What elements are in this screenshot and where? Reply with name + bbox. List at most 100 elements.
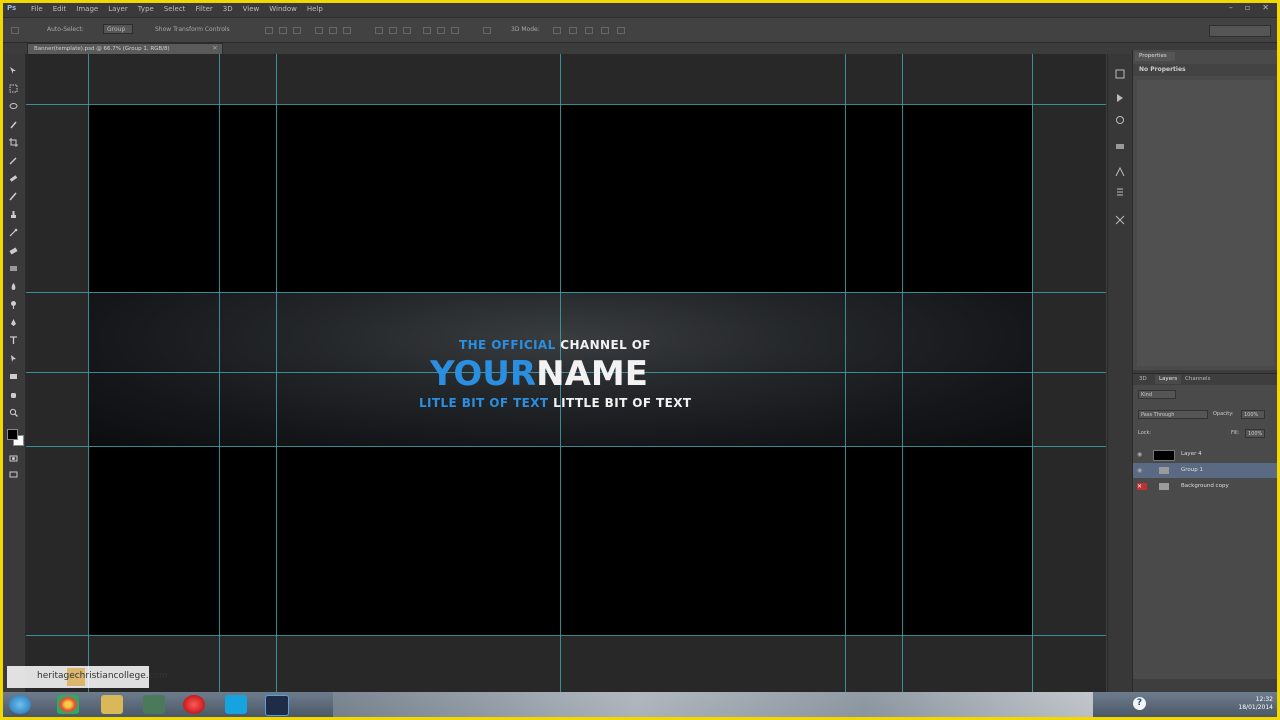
guide-horizontal[interactable] xyxy=(26,104,1106,105)
gradient-tool-icon[interactable] xyxy=(9,264,18,273)
guide-vertical[interactable] xyxy=(1032,54,1033,692)
distribute-center-icon[interactable] xyxy=(437,27,445,34)
guide-vertical[interactable] xyxy=(219,54,220,692)
screen-mode-icon[interactable] xyxy=(9,470,18,479)
auto-select-dropdown[interactable]: Group xyxy=(103,24,133,34)
menu-3d[interactable]: 3D xyxy=(223,5,233,13)
adjustments-panel-icon[interactable] xyxy=(1115,110,1125,124)
align-right-icon[interactable] xyxy=(343,27,351,34)
tab-3d[interactable]: 3D xyxy=(1139,376,1147,382)
guide-horizontal[interactable] xyxy=(26,446,1106,447)
path-selection-tool-icon[interactable] xyxy=(9,354,18,363)
align-top-icon[interactable] xyxy=(265,27,273,34)
guide-vertical[interactable] xyxy=(902,54,903,692)
menu-type[interactable]: Type xyxy=(138,5,154,13)
healing-brush-tool-icon[interactable] xyxy=(9,174,18,183)
layer-row[interactable]: ◉ Layer 4 xyxy=(1133,447,1277,462)
crop-tool-icon[interactable] xyxy=(9,138,18,147)
distribute-bottom-icon[interactable] xyxy=(403,27,411,34)
start-button[interactable] xyxy=(9,695,31,714)
auto-select-checkbox[interactable]: Auto-Select: xyxy=(47,26,84,33)
align-left-icon[interactable] xyxy=(315,27,323,34)
distribute-right-icon[interactable] xyxy=(451,27,459,34)
3d-rotate-icon[interactable] xyxy=(553,27,561,34)
guide-vertical[interactable] xyxy=(88,54,89,692)
show-transform-controls-checkbox[interactable]: Show Transform Controls xyxy=(155,26,230,33)
eraser-tool-icon[interactable] xyxy=(9,246,18,255)
brush-tool-icon[interactable] xyxy=(9,192,18,201)
marquee-tool-icon[interactable] xyxy=(9,84,18,93)
minimize-button[interactable]: – xyxy=(1229,3,1233,12)
system-clock[interactable]: 12:32 18/01/2014 xyxy=(1238,696,1273,712)
foreground-color-swatch[interactable] xyxy=(7,429,18,440)
canvas-area[interactable]: THE OFFICIAL CHANNEL OF YOURNAME LITLE B… xyxy=(26,54,1106,692)
menu-image[interactable]: Image xyxy=(76,5,98,13)
blur-tool-icon[interactable] xyxy=(9,282,18,291)
actions-panel-icon[interactable] xyxy=(1115,88,1125,102)
3d-slide-icon[interactable] xyxy=(601,27,609,34)
guide-vertical[interactable] xyxy=(276,54,277,692)
photoshop-taskbar-icon[interactable] xyxy=(265,695,289,716)
guide-vertical[interactable] xyxy=(845,54,846,692)
opacity-input[interactable]: 100% xyxy=(1241,410,1265,419)
explorer-taskbar-icon[interactable] xyxy=(101,695,123,714)
menu-help[interactable]: Help xyxy=(307,5,323,13)
type-tool-icon[interactable] xyxy=(9,336,18,345)
history-brush-tool-icon[interactable] xyxy=(9,228,18,237)
layer-filter-kind[interactable]: Kind xyxy=(1138,390,1176,399)
lasso-tool-icon[interactable] xyxy=(9,102,18,111)
move-tool-icon[interactable] xyxy=(9,66,18,75)
layer-row[interactable]: ✕ Background copy xyxy=(1133,479,1277,494)
menu-layer[interactable]: Layer xyxy=(108,5,128,13)
close-button[interactable]: ✕ xyxy=(1262,3,1269,12)
distribute-left-icon[interactable] xyxy=(423,27,431,34)
3d-roll-icon[interactable] xyxy=(569,27,577,34)
pen-tool-icon[interactable] xyxy=(9,318,18,327)
record-taskbar-icon[interactable] xyxy=(183,695,205,714)
hidden-layer-icon[interactable]: ✕ xyxy=(1137,483,1147,490)
history-panel-icon[interactable] xyxy=(1115,64,1125,79)
tab-channels[interactable]: Channels xyxy=(1185,376,1210,382)
visibility-eye-icon[interactable]: ◉ xyxy=(1137,467,1147,474)
fill-input[interactable]: 100% xyxy=(1245,429,1265,438)
quick-mask-icon[interactable] xyxy=(9,454,18,463)
menu-file[interactable]: File xyxy=(31,5,43,13)
distribute-middle-icon[interactable] xyxy=(389,27,397,34)
chrome-taskbar-icon[interactable] xyxy=(57,695,79,714)
menu-filter[interactable]: Filter xyxy=(195,5,212,13)
blend-mode-select[interactable]: Pass Through xyxy=(1138,410,1208,419)
maximize-button[interactable]: ▫ xyxy=(1245,3,1250,12)
align-middle-icon[interactable] xyxy=(279,27,287,34)
skype-taskbar-icon[interactable] xyxy=(225,695,247,714)
auto-align-icon[interactable] xyxy=(483,27,491,34)
guide-horizontal[interactable] xyxy=(26,635,1106,636)
workspace-switcher[interactable] xyxy=(1209,25,1271,37)
styles-panel-icon[interactable] xyxy=(1115,136,1125,149)
align-bottom-icon[interactable] xyxy=(293,27,301,34)
help-icon[interactable]: ? xyxy=(1133,697,1146,710)
tools-presets-icon[interactable] xyxy=(1115,210,1125,225)
menu-window[interactable]: Window xyxy=(269,5,297,13)
distribute-top-icon[interactable] xyxy=(375,27,383,34)
menu-edit[interactable]: Edit xyxy=(53,5,67,13)
rectangle-tool-icon[interactable] xyxy=(9,372,18,381)
document-tab-close-icon[interactable]: × xyxy=(212,44,218,52)
3d-scale-icon[interactable] xyxy=(617,27,625,34)
menu-select[interactable]: Select xyxy=(164,5,186,13)
align-center-icon[interactable] xyxy=(329,27,337,34)
character-panel-icon[interactable] xyxy=(1115,162,1125,177)
paragraph-panel-icon[interactable] xyxy=(1115,182,1125,196)
move-tool-preset-icon[interactable] xyxy=(11,27,19,34)
menu-view[interactable]: View xyxy=(243,5,260,13)
eyedropper-tool-icon[interactable] xyxy=(9,156,18,165)
quick-selection-tool-icon[interactable] xyxy=(9,120,18,129)
dodge-tool-icon[interactable] xyxy=(9,300,18,309)
3d-drag-icon[interactable] xyxy=(585,27,593,34)
document-tab[interactable]: Banner(template).psd @ 66.7% (Group 1, R… xyxy=(27,43,223,54)
guide-horizontal[interactable] xyxy=(26,292,1106,293)
visibility-eye-icon[interactable]: ◉ xyxy=(1137,451,1147,458)
properties-tab[interactable]: Properties xyxy=(1135,52,1175,61)
layer-row-selected[interactable]: ◉ Group 1 xyxy=(1133,463,1277,478)
color-swatches[interactable] xyxy=(7,429,24,446)
hand-tool-icon[interactable] xyxy=(9,390,18,399)
